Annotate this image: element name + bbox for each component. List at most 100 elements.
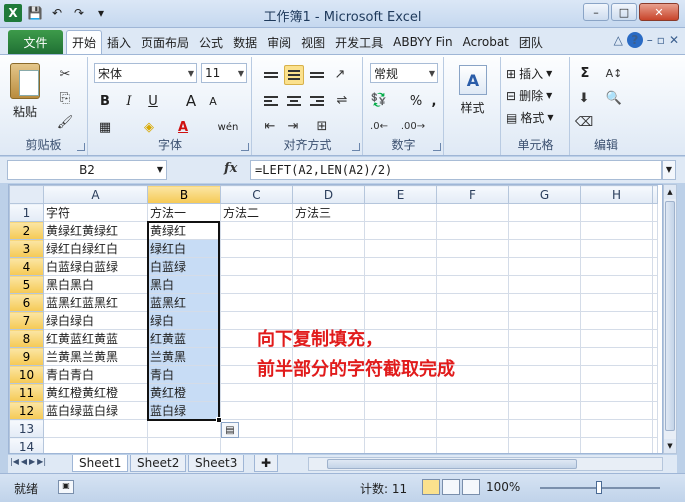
number-format-combo[interactable]: 常规 ▼ (370, 63, 438, 83)
cell-E14[interactable] (364, 437, 437, 453)
cell-A2[interactable]: 黄绿红黄绿红 (43, 221, 148, 240)
cell-overflow[interactable] (652, 401, 658, 420)
row-header[interactable]: 2 (9, 221, 44, 240)
cell-H1[interactable] (580, 203, 653, 222)
cell-G3[interactable] (508, 239, 581, 258)
cell-A1[interactable]: 字符 (43, 203, 148, 222)
maximize-button[interactable]: □ (611, 3, 637, 21)
paste-button[interactable]: 粘贴 (10, 63, 40, 120)
row-header[interactable]: 8 (9, 329, 44, 348)
increase-decimal-icon[interactable]: .0← (370, 117, 388, 135)
ribbon-tab[interactable]: 团队 (514, 30, 548, 54)
cell-D1[interactable]: 方法三 (292, 203, 365, 222)
sheet-tab[interactable]: Sheet3 (188, 455, 245, 472)
alignment-launcher[interactable] (352, 143, 360, 151)
cell-F6[interactable] (436, 293, 509, 312)
cell-D11[interactable] (292, 383, 365, 402)
cell-C2[interactable] (220, 221, 293, 240)
cell-E11[interactable] (364, 383, 437, 402)
column-header[interactable]: F (436, 185, 509, 204)
font-launcher[interactable] (241, 143, 249, 151)
cell-F4[interactable] (436, 257, 509, 276)
copy-icon[interactable]: ⎘ (56, 89, 74, 107)
borders-icon[interactable]: ▦ (95, 117, 115, 137)
cell-G13[interactable] (508, 419, 581, 438)
cell-E12[interactable] (364, 401, 437, 420)
cell-A14[interactable] (43, 437, 148, 453)
cell-E6[interactable] (364, 293, 437, 312)
cell-overflow[interactable] (652, 293, 658, 312)
fill-color-icon[interactable]: ◈ (139, 117, 159, 137)
first-sheet-icon[interactable]: |◀ (10, 457, 19, 466)
cell-C11[interactable] (220, 383, 293, 402)
collapse-ribbon-icon[interactable]: △ (614, 33, 623, 47)
cell-A8[interactable]: 红黄蓝红黄蓝 (43, 329, 148, 348)
zoom-level[interactable]: 100% (486, 480, 520, 494)
next-sheet-icon[interactable]: ▶ (29, 457, 35, 466)
cell-C14[interactable] (220, 437, 293, 453)
tab-file[interactable]: 文件 (8, 30, 63, 54)
select-all-corner[interactable] (9, 185, 44, 204)
decrease-indent-icon[interactable]: ⇤ (261, 117, 279, 135)
window-close-icon[interactable]: ✕ (669, 33, 679, 47)
cell-C3[interactable] (220, 239, 293, 258)
cell-F1[interactable] (436, 203, 509, 222)
cut-icon[interactable]: ✂ (56, 65, 74, 83)
cell-B1[interactable]: 方法一 (147, 203, 221, 222)
cell-overflow[interactable] (652, 329, 658, 348)
cell-D13[interactable] (292, 419, 365, 438)
prev-sheet-icon[interactable]: ◀ (21, 457, 27, 466)
grow-font-button[interactable]: A (181, 91, 201, 111)
row-header[interactable]: 10 (9, 365, 44, 384)
fill-icon[interactable]: ⬇ (575, 89, 593, 107)
ribbon-tab[interactable]: Acrobat (458, 30, 514, 54)
cell-G8[interactable] (508, 329, 581, 348)
scroll-down-icon[interactable]: ▼ (664, 439, 676, 453)
page-layout-view-icon[interactable] (442, 479, 460, 495)
cell-H14[interactable] (580, 437, 653, 453)
cell-H6[interactable] (580, 293, 653, 312)
cell-F7[interactable] (436, 311, 509, 330)
cell-B4[interactable]: 白蓝绿 (147, 257, 221, 276)
column-header[interactable]: E (364, 185, 437, 204)
cell-B10[interactable]: 青白 (147, 365, 221, 384)
close-button[interactable]: ✕ (639, 3, 679, 21)
cell-E2[interactable] (364, 221, 437, 240)
ribbon-tab[interactable]: 数据 (228, 30, 262, 54)
font-color-icon[interactable]: A (173, 117, 193, 137)
cell-overflow[interactable] (652, 239, 658, 258)
cell-H2[interactable] (580, 221, 653, 240)
column-header[interactable]: G (508, 185, 581, 204)
name-box[interactable]: B2 ▼ (7, 160, 167, 180)
cell-H10[interactable] (580, 365, 653, 384)
ribbon-tab[interactable]: 开发工具 (330, 30, 388, 54)
cell-overflow[interactable] (652, 347, 658, 366)
row-header[interactable]: 3 (9, 239, 44, 258)
cell-A3[interactable]: 绿红白绿红白 (43, 239, 148, 258)
ribbon-tab[interactable]: 开始 (66, 30, 103, 54)
macro-record-icon[interactable]: ▣ (58, 480, 74, 494)
percent-button[interactable]: % (406, 91, 426, 111)
cell-E3[interactable] (364, 239, 437, 258)
row-header[interactable]: 1 (9, 203, 44, 222)
help-icon[interactable]: ? (626, 32, 643, 48)
align-bottom-icon[interactable] (307, 65, 327, 85)
horizontal-scrollbar[interactable] (308, 457, 663, 471)
ribbon-tab[interactable]: 公式 (194, 30, 228, 54)
font-size-combo[interactable]: 11 ▼ (201, 63, 247, 83)
wrap-text-icon[interactable]: ⇌ (333, 91, 351, 109)
worksheet-grid[interactable]: ABCDEFGH 1 字符 方法一 方法二 方法三 2 黄绿红黄绿红 黄绿红 3 绿红白绿红白 绿红… (8, 184, 663, 454)
cell-H5[interactable] (580, 275, 653, 294)
format-cells-button[interactable]: ▤ 格式 ▼ (506, 109, 554, 126)
ribbon-tab[interactable]: 页面布局 (136, 30, 194, 54)
insert-function-button[interactable]: fx (224, 161, 237, 176)
cell-A4[interactable]: 白蓝绿白蓝绿 (43, 257, 148, 276)
find-select-icon[interactable]: 🔍 (605, 89, 623, 107)
row-header[interactable]: 5 (9, 275, 44, 294)
align-middle-icon[interactable] (284, 65, 304, 85)
cell-B7[interactable]: 绿白 (147, 311, 221, 330)
cell-D3[interactable] (292, 239, 365, 258)
column-header[interactable]: A (43, 185, 148, 204)
column-header[interactable]: B (147, 185, 221, 204)
cell-A12[interactable]: 蓝白绿蓝白绿 (43, 401, 148, 420)
